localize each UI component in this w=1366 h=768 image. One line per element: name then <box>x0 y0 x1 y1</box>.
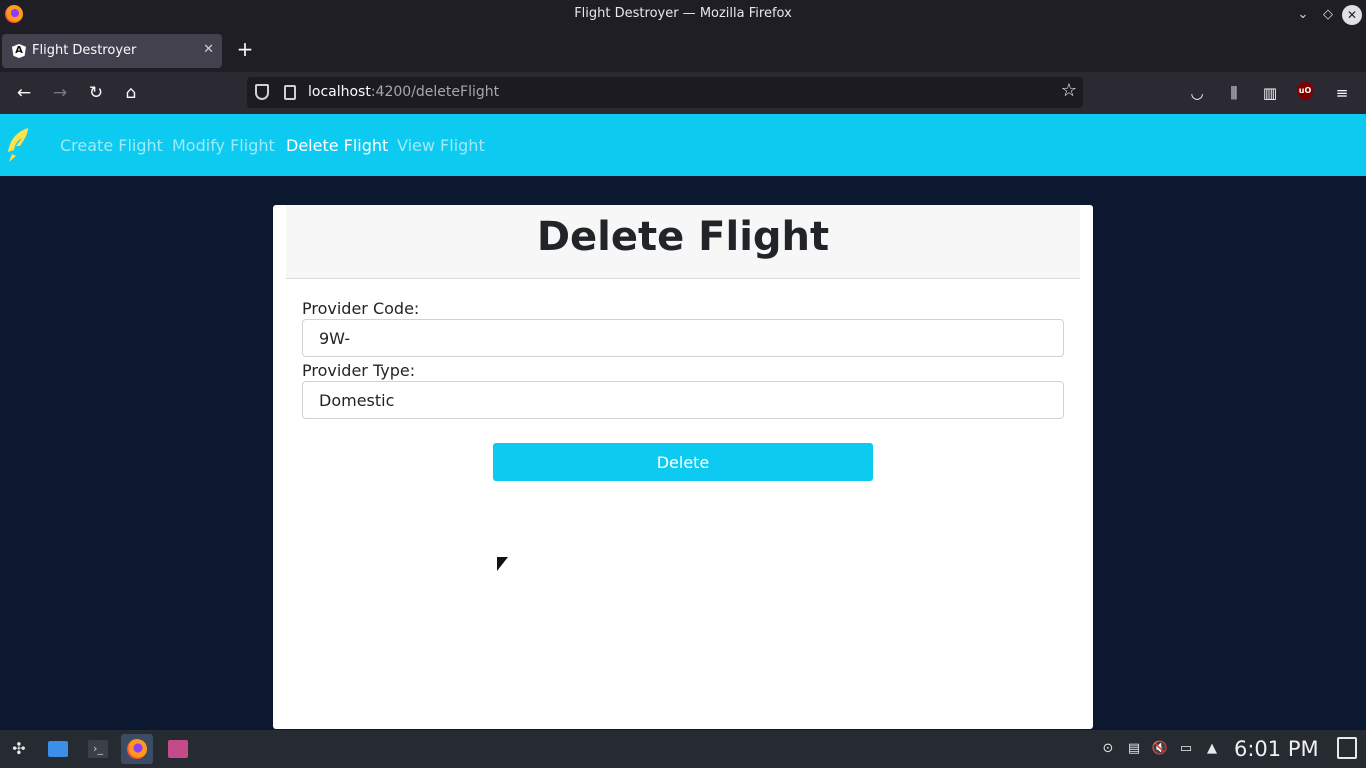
image-viewer-icon <box>168 740 188 758</box>
tray-expand-icon[interactable]: ▲ <box>1203 740 1221 758</box>
new-tab-button[interactable]: + <box>234 38 256 60</box>
angular-favicon-icon: A <box>12 44 26 58</box>
mouse-cursor-icon <box>497 557 508 571</box>
tab-flight-destroyer[interactable]: A Flight Destroyer ✕ <box>2 34 222 68</box>
tab-strip: A Flight Destroyer ✕ + <box>0 30 1366 72</box>
url-host: localhost <box>308 84 371 100</box>
clipboard-icon[interactable]: ▤ <box>1125 740 1143 758</box>
page-info-icon[interactable] <box>284 85 296 100</box>
tab-title: Flight Destroyer <box>32 43 137 58</box>
nav-view-flight[interactable]: View Flight <box>397 136 485 155</box>
taskbar-firefox[interactable] <box>121 734 153 764</box>
provider-code-label: Provider Code: <box>302 299 420 318</box>
app-navbar: Create Flight Modify Flight Delete Fligh… <box>0 114 1366 176</box>
card-header: Delete Flight <box>286 205 1080 279</box>
taskbar: ✣ ›_ ⊙ ▤ 🔇 ▭ ▲ 6:01 PM <box>0 730 1366 768</box>
delete-flight-card: Delete Flight Provider Code: Provider Ty… <box>273 205 1093 729</box>
delete-button[interactable]: Delete <box>493 443 873 481</box>
firefox-icon <box>127 739 147 759</box>
close-icon[interactable]: ✕ <box>1342 5 1362 25</box>
provider-code-input[interactable] <box>302 319 1064 357</box>
tab-close-icon[interactable]: ✕ <box>203 42 214 57</box>
menu-icon[interactable]: ≡ <box>1331 82 1353 104</box>
provider-type-input[interactable] <box>302 381 1064 419</box>
app-launcher-icon[interactable]: ✣ <box>8 738 30 760</box>
pocket-icon[interactable]: ◡ <box>1186 82 1208 104</box>
back-icon[interactable]: ← <box>11 80 37 106</box>
sidebar-icon[interactable]: ▥ <box>1259 82 1281 104</box>
nav-delete-flight[interactable]: Delete Flight <box>286 136 388 155</box>
star-icon[interactable]: ☆ <box>1061 80 1077 101</box>
window-titlebar: Flight Destroyer — Mozilla Firefox ⌄ ◇ ✕ <box>0 0 1366 30</box>
taskbar-viewer[interactable] <box>161 734 193 764</box>
minimize-icon[interactable]: ⌄ <box>1293 5 1313 25</box>
taskbar-terminal[interactable]: ›_ <box>81 734 113 764</box>
terminal-icon: ›_ <box>88 740 108 758</box>
window-title: Flight Destroyer — Mozilla Firefox <box>574 6 792 21</box>
provider-type-label: Provider Type: <box>302 361 416 380</box>
url-bar[interactable]: localhost:4200/deleteFlight ☆ <box>247 77 1083 108</box>
browser-navbar: ← → ↻ ⌂ localhost:4200/deleteFlight ☆ ◡ … <box>0 72 1366 114</box>
forward-icon: → <box>52 83 68 103</box>
nav-modify-flight[interactable]: Modify Flight <box>172 136 275 155</box>
show-desktop-icon[interactable] <box>1337 737 1357 759</box>
app-logo-icon[interactable] <box>6 126 32 164</box>
maximize-icon[interactable]: ◇ <box>1318 5 1338 25</box>
nav-create-flight[interactable]: Create Flight <box>60 136 163 155</box>
display-icon[interactable]: ▭ <box>1177 740 1195 758</box>
library-icon[interactable]: ⫼ <box>1223 82 1245 104</box>
page-content: Create Flight Modify Flight Delete Fligh… <box>0 114 1366 730</box>
url-path: :4200/deleteFlight <box>370 84 500 100</box>
taskbar-file-manager[interactable] <box>41 734 73 764</box>
url-text[interactable]: localhost:4200/deleteFlight <box>308 84 499 100</box>
page-title: Delete Flight <box>536 214 830 260</box>
reload-icon[interactable]: ↻ <box>83 80 109 106</box>
shield-icon[interactable] <box>255 84 269 100</box>
volume-muted-icon[interactable]: 🔇 <box>1151 740 1169 758</box>
folder-icon <box>48 741 68 757</box>
ublock-icon[interactable]: uO <box>1297 82 1313 100</box>
network-icon[interactable]: ⊙ <box>1099 740 1117 758</box>
home-icon[interactable]: ⌂ <box>118 80 144 106</box>
clock[interactable]: 6:01 PM <box>1234 737 1319 761</box>
